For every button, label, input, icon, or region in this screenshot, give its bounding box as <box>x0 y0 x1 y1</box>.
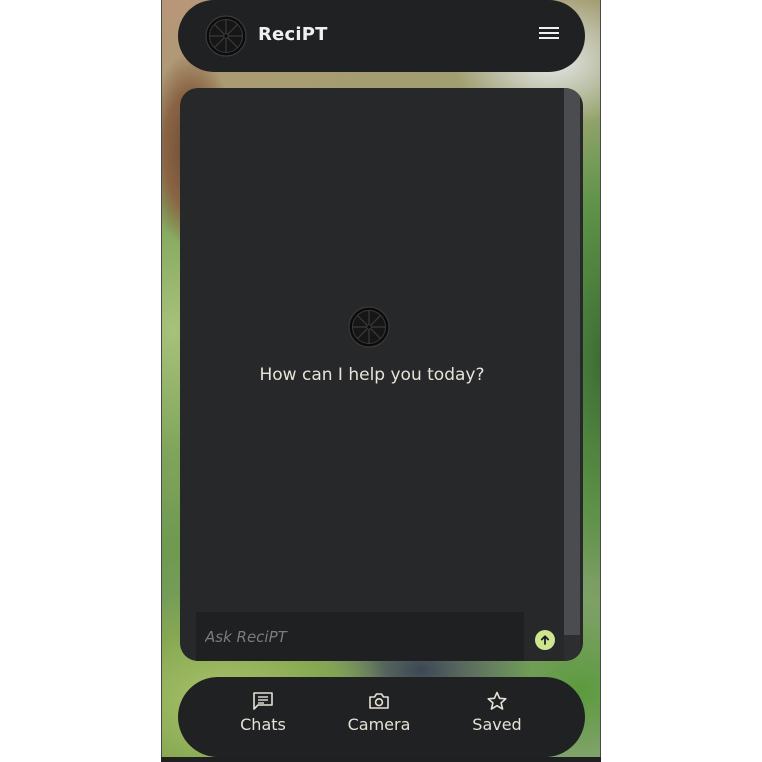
nav-chats-label: Chats <box>240 715 286 734</box>
arrow-up-icon <box>540 635 550 645</box>
nav-saved-label: Saved <box>472 715 522 734</box>
star-icon <box>487 691 507 710</box>
citrus-slice-icon <box>348 306 390 348</box>
welcome-message: How can I help you today? <box>259 365 485 385</box>
menu-bar-line <box>539 37 559 39</box>
app-screen: ReciPT How can I help you today? Ask Rec… <box>161 0 601 762</box>
send-button[interactable] <box>535 630 555 650</box>
menu-bar-line <box>539 27 559 29</box>
nav-camera[interactable]: Camera <box>329 691 429 734</box>
chat-bubble-icon <box>253 692 273 710</box>
chat-scrollbar[interactable] <box>564 88 580 635</box>
camera-icon <box>369 693 389 709</box>
citrus-slice-icon <box>205 15 247 57</box>
app-title: ReciPT <box>258 24 328 45</box>
ask-input[interactable] <box>196 612 524 661</box>
nav-saved[interactable]: Saved <box>447 691 547 734</box>
chat-panel: How can I help you today? <box>180 88 583 661</box>
window-edge-left <box>161 0 162 762</box>
menu-bar-line <box>539 32 559 34</box>
nav-chats[interactable]: Chats <box>213 691 313 734</box>
window-edge-right <box>600 0 601 762</box>
hamburger-menu-button[interactable] <box>539 25 559 41</box>
top-app-bar: ReciPT <box>178 0 585 72</box>
scrollbar-track <box>564 635 580 661</box>
nav-camera-label: Camera <box>347 715 411 734</box>
bottom-navigation: Chats Camera Saved <box>178 677 585 757</box>
